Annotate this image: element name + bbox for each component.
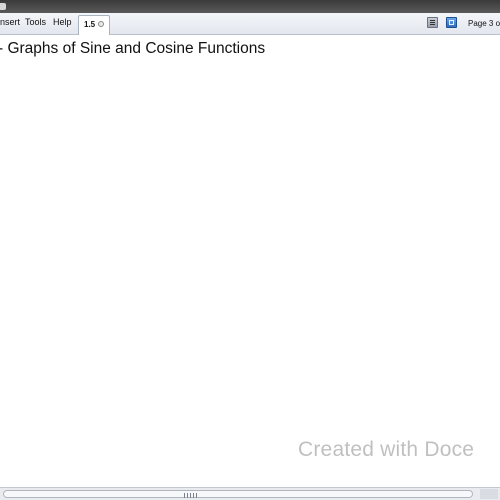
- tab-1-5[interactable]: 1.5: [78, 15, 110, 35]
- scrollbar-corner: [480, 489, 498, 499]
- close-tab-icon[interactable]: [98, 21, 104, 27]
- app-icon[interactable]: [0, 3, 6, 10]
- scrollbar-thumb-grip-icon[interactable]: [184, 493, 198, 498]
- tab-label: 1.5: [84, 20, 96, 29]
- scrollbar-track[interactable]: [3, 490, 473, 498]
- application-window: nsert Tools Help 1.5 Page 3 of - Graphs …: [0, 0, 500, 500]
- watermark-text: Created with Doce: [298, 438, 475, 461]
- menu-item-help[interactable]: Help: [53, 17, 72, 27]
- page-sorter-icon[interactable]: [446, 17, 457, 28]
- page-title: - Graphs of Sine and Cosine Functions: [0, 40, 266, 57]
- document-view-icon[interactable]: [427, 17, 438, 28]
- horizontal-scrollbar[interactable]: [0, 487, 500, 500]
- menu-bar: nsert Tools Help 1.5 Page 3 of: [0, 13, 500, 35]
- menu-item-insert[interactable]: nsert: [0, 17, 20, 27]
- menu-item-tools[interactable]: Tools: [25, 17, 46, 27]
- window-title-bar: [0, 0, 500, 13]
- page-indicator: Page 3 of: [468, 19, 500, 28]
